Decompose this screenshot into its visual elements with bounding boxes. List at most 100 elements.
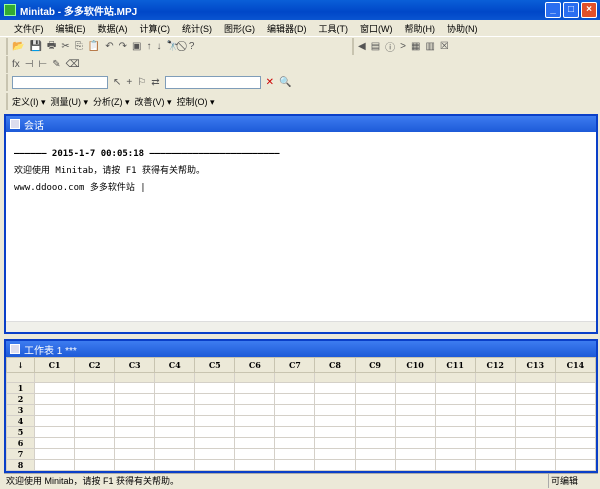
cell[interactable] — [33, 382, 76, 394]
insert-column-icon[interactable]: ⊢ — [39, 59, 48, 70]
cell[interactable] — [514, 415, 556, 427]
cell[interactable] — [114, 415, 156, 427]
cell[interactable] — [114, 382, 156, 394]
paste-icon[interactable]: 📋 — [88, 41, 100, 52]
column-name-cell[interactable] — [114, 372, 156, 383]
cell[interactable] — [354, 459, 396, 471]
six-sigma-menu-item[interactable]: 改善(V) ▾ — [135, 95, 172, 108]
worksheet-icon[interactable]: ▤ — [371, 41, 380, 52]
cell[interactable] — [394, 426, 436, 438]
column-name-cell[interactable] — [394, 372, 436, 383]
cell[interactable] — [314, 393, 356, 405]
cell[interactable] — [434, 415, 476, 427]
cell[interactable] — [474, 426, 516, 438]
column-header[interactable]: C12 — [474, 357, 516, 373]
cell[interactable] — [33, 393, 76, 405]
delete-icon[interactable]: ✕ — [266, 77, 274, 88]
cell[interactable] — [394, 448, 436, 460]
cell[interactable] — [74, 415, 116, 427]
copy-icon[interactable]: ⎘ — [75, 41, 83, 52]
cell[interactable] — [314, 382, 356, 394]
cell[interactable] — [194, 437, 236, 449]
cell[interactable] — [314, 415, 356, 427]
cell[interactable] — [33, 426, 76, 438]
cell[interactable] — [354, 448, 396, 460]
cell[interactable] — [514, 437, 556, 449]
column-name-cell[interactable] — [33, 372, 76, 383]
cell[interactable] — [234, 448, 276, 460]
cell[interactable] — [74, 393, 116, 405]
cell[interactable] — [33, 404, 76, 416]
cell[interactable] — [474, 415, 516, 427]
column-name-cell[interactable] — [194, 372, 236, 383]
graph-item-select[interactable] — [12, 76, 108, 89]
find-icon[interactable]: 🔭 — [166, 41, 178, 52]
menu-item[interactable]: 工具(T) — [319, 22, 349, 35]
cell[interactable] — [554, 459, 596, 471]
row-header[interactable]: 1 — [6, 382, 35, 394]
column-header[interactable]: C14 — [554, 357, 596, 373]
redo-icon[interactable]: ↷ — [119, 41, 127, 52]
cell[interactable] — [154, 426, 196, 438]
swap-icon[interactable]: ⇄ — [151, 77, 159, 88]
cell[interactable] — [154, 437, 196, 449]
menu-item[interactable]: 文件(F) — [14, 22, 44, 35]
six-sigma-menu-item[interactable]: 控制(O) ▾ — [177, 95, 215, 108]
cell[interactable] — [154, 393, 196, 405]
project-manager-icon[interactable]: ◀ — [358, 41, 366, 52]
cell[interactable] — [434, 426, 476, 438]
cell[interactable] — [234, 426, 276, 438]
cell[interactable] — [474, 437, 516, 449]
cell[interactable] — [434, 404, 476, 416]
cell[interactable] — [394, 393, 436, 405]
cell[interactable] — [74, 382, 116, 394]
menu-item[interactable]: 图形(G) — [224, 22, 255, 35]
six-sigma-menu-item[interactable]: 定义(I) ▾ — [12, 95, 46, 108]
row-header[interactable]: 3 — [6, 404, 35, 416]
arrow-down-icon[interactable]: ↓ — [156, 41, 161, 52]
menu-item[interactable]: 数据(A) — [98, 22, 128, 35]
cell[interactable] — [554, 415, 596, 427]
cell[interactable] — [554, 404, 596, 416]
brush-icon[interactable]: ✎ — [52, 59, 60, 70]
column-header[interactable]: C6 — [234, 357, 276, 373]
cell[interactable] — [474, 404, 516, 416]
cell[interactable] — [33, 415, 76, 427]
column-header[interactable]: C11 — [434, 357, 476, 373]
cell[interactable] — [434, 448, 476, 460]
cell[interactable] — [33, 448, 76, 460]
session-hscrollbar[interactable] — [6, 321, 596, 332]
help-icon[interactable]: ? — [189, 41, 195, 52]
cell[interactable] — [394, 415, 436, 427]
cell[interactable] — [434, 459, 476, 471]
cell[interactable] — [74, 459, 116, 471]
column-header[interactable]: C3 — [114, 357, 156, 373]
row-header[interactable]: 2 — [6, 393, 35, 405]
cell[interactable] — [514, 404, 556, 416]
history-icon[interactable]: > — [400, 41, 406, 52]
cell[interactable] — [514, 393, 556, 405]
cell[interactable] — [394, 437, 436, 449]
cell[interactable] — [514, 448, 556, 460]
cell[interactable] — [354, 415, 396, 427]
close-all-icon[interactable]: ☒ — [440, 41, 449, 52]
undo-icon[interactable]: ↶ — [105, 41, 113, 52]
cell[interactable] — [274, 459, 316, 471]
menu-item[interactable]: 统计(S) — [182, 22, 212, 35]
cell[interactable] — [154, 415, 196, 427]
cell[interactable] — [114, 404, 156, 416]
cell[interactable] — [514, 382, 556, 394]
cell[interactable] — [194, 404, 236, 416]
row-header[interactable]: 6 — [6, 437, 35, 449]
six-sigma-menu-item[interactable]: 测量(U) ▾ — [51, 95, 89, 108]
cell[interactable] — [554, 437, 596, 449]
cell[interactable] — [154, 404, 196, 416]
cell[interactable] — [434, 393, 476, 405]
cell[interactable] — [514, 426, 556, 438]
open-icon[interactable]: 📂 — [12, 41, 24, 52]
cell[interactable] — [314, 437, 356, 449]
menu-item[interactable]: 编辑(E) — [56, 22, 86, 35]
cell[interactable] — [234, 404, 276, 416]
column-name-cell[interactable] — [274, 372, 316, 383]
cell[interactable] — [154, 448, 196, 460]
